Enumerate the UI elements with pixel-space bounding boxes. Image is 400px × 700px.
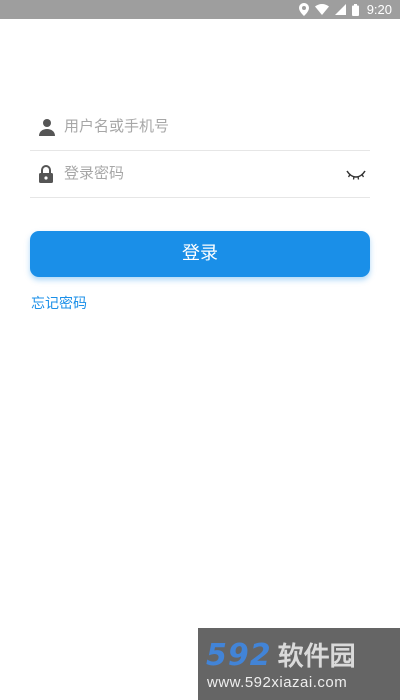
password-placeholder: 登录密码 (64, 164, 125, 182)
battery-icon (351, 3, 359, 16)
wifi-icon (314, 4, 329, 15)
login-button[interactable]: 登录 (30, 231, 370, 277)
signal-icon (334, 4, 346, 15)
status-bar: 9:20 (0, 0, 400, 19)
watermark: 592 软件园 www.592xiazai.com (198, 628, 400, 700)
lock-icon (39, 165, 55, 183)
username-field[interactable]: 用户名或手机号 (30, 104, 370, 151)
status-icons: 9:20 (298, 0, 392, 19)
eye-closed-icon[interactable] (346, 165, 366, 181)
username-placeholder: 用户名或手机号 (64, 117, 170, 135)
watermark-number: 592 (206, 638, 272, 673)
location-icon (298, 3, 309, 16)
password-field[interactable]: 登录密码 (30, 151, 370, 198)
watermark-url: www.592xiazai.com (207, 674, 348, 691)
watermark-brand: 软件园 (277, 642, 356, 672)
forgot-password-link[interactable]: 忘记密码 (31, 293, 87, 313)
user-icon (39, 118, 55, 136)
status-time: 9:20 (366, 2, 392, 17)
watermark-logo: 592 软件园 (206, 636, 356, 673)
